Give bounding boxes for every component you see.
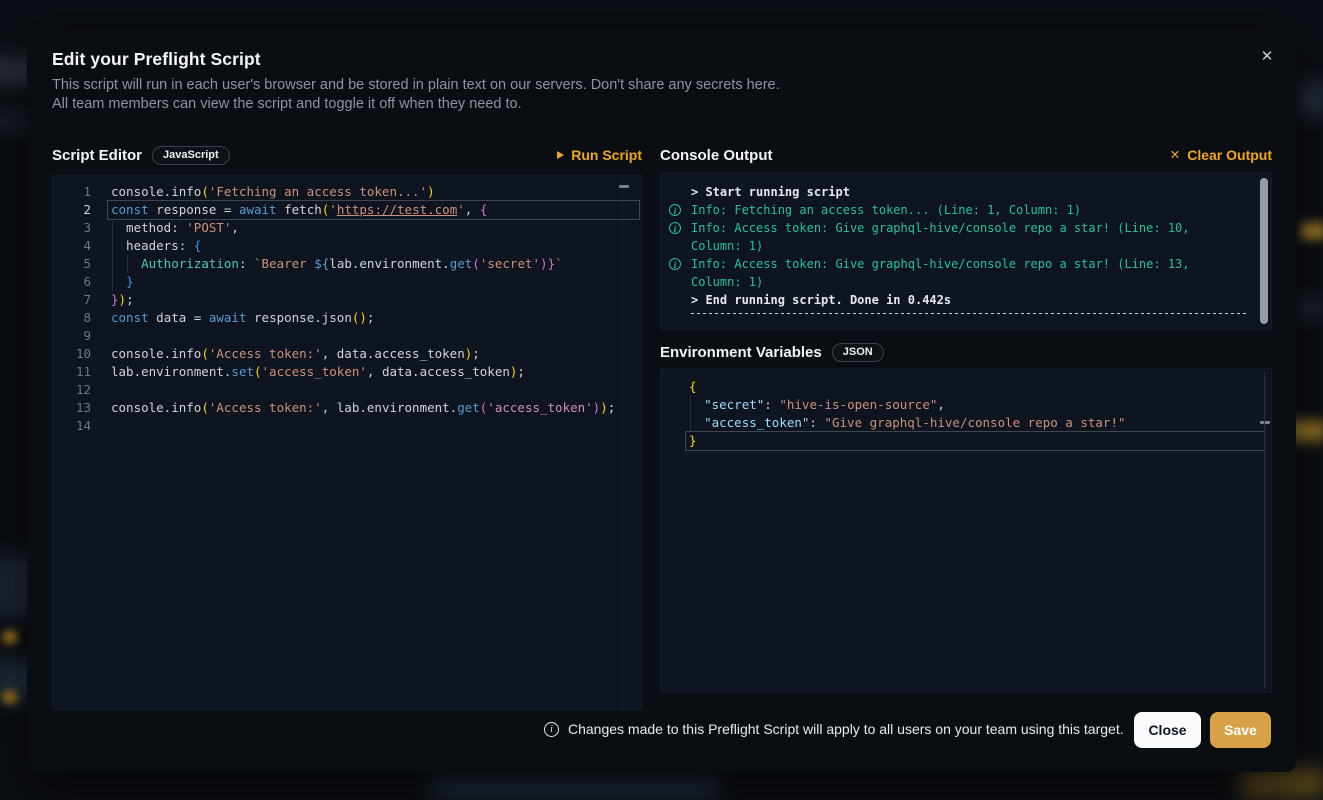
console-text: Info: Access token: Give graphql-hive/co… [691, 221, 1197, 253]
line-number: 10 [53, 345, 91, 363]
console-text: > End running script. Done in 0.442s [691, 293, 951, 307]
line-number: 5 [53, 255, 91, 273]
code-line: 4 headers: { [53, 237, 641, 255]
code-line: 2const response = await fetch('https://t… [53, 201, 641, 219]
code-line: 1console.info('Fetching an access token.… [53, 183, 641, 201]
play-icon [557, 151, 564, 159]
javascript-badge: JavaScript [152, 146, 230, 165]
code-line: { [661, 378, 1271, 396]
code-line: 9 [53, 327, 641, 345]
script-editor[interactable]: 1console.info('Fetching an access token.… [52, 175, 642, 710]
overview-cursor-marker [619, 185, 629, 188]
code-line: "secret": "hive-is-open-source", [661, 396, 1271, 414]
close-button[interactable]: Close [1134, 712, 1201, 748]
line-number: 14 [53, 417, 91, 435]
script-editor-header: Script Editor JavaScript Run Script [52, 142, 642, 168]
line-number: 3 [53, 219, 91, 237]
save-button[interactable]: Save [1210, 712, 1271, 748]
console-output-heading: Console Output [660, 147, 773, 164]
footer-note-text: Changes made to this Preflight Script wi… [568, 721, 1124, 737]
background-blob [2, 690, 18, 704]
info-icon: i [669, 258, 681, 270]
line-number: 9 [53, 327, 91, 345]
environment-variables-header: Environment Variables JSON [660, 339, 1272, 365]
console-text: Info: Access token: Give graphql-hive/co… [691, 257, 1197, 289]
preflight-script-modal: ✕ Edit your Preflight Script This script… [27, 29, 1296, 772]
background-blob [1296, 300, 1323, 316]
line-number: 2 [53, 201, 91, 219]
background-blob [1298, 82, 1323, 116]
close-icon[interactable]: ✕ [1254, 43, 1280, 69]
environment-variables-editor[interactable]: { "secret": "hive-is-open-source", "acce… [660, 368, 1272, 693]
overview-marker [1260, 421, 1270, 424]
code-line: 7}); [53, 291, 641, 309]
console-separator [691, 313, 1247, 314]
run-script-label: Run Script [571, 147, 642, 163]
run-script-button[interactable]: Run Script [557, 147, 642, 163]
clear-icon: ✕ [1170, 149, 1180, 162]
console-line: > End running script. Done in 0.442s [661, 291, 1271, 309]
script-editor-heading: Script Editor [52, 147, 142, 164]
background-blob [1300, 222, 1323, 240]
code-line: "access_token": "Give graphql-hive/conso… [661, 414, 1271, 432]
console-text: > Start running script [691, 185, 850, 199]
line-number: 4 [53, 237, 91, 255]
console-scrollbar[interactable] [1260, 178, 1268, 324]
code-line: 6 } [53, 273, 641, 291]
console-line: > Start running script [661, 183, 1271, 201]
line-number: 11 [53, 363, 91, 381]
environment-variables-heading: Environment Variables [660, 344, 822, 361]
info-icon: i [669, 222, 681, 234]
description-line: All team members can view the script and… [52, 96, 522, 112]
info-icon: i [544, 722, 559, 737]
background-blob [430, 776, 720, 798]
line-number: 12 [53, 381, 91, 399]
code-line: 3 method: 'POST', [53, 219, 641, 237]
console-line: i Info: Access token: Give graphql-hive/c… [661, 219, 1271, 255]
background-blob [1240, 768, 1323, 798]
info-icon: i [669, 204, 681, 216]
line-number: 8 [53, 309, 91, 327]
code-line: 5 Authorization: `Bearer ${lab.environme… [53, 255, 641, 273]
line-number: 7 [53, 291, 91, 309]
clear-output-label: Clear Output [1187, 147, 1272, 163]
code-line: 13console.info('Access token:', lab.envi… [53, 399, 641, 417]
console-output-panel[interactable]: > Start running script i Info: Fetching an… [660, 172, 1272, 330]
background-blob [2, 630, 18, 644]
code-line: 14 [53, 417, 641, 435]
modal-title: Edit your Preflight Script [52, 49, 261, 70]
code-line: 8const data = await response.json(); [53, 309, 641, 327]
code-line: 12 [53, 381, 641, 399]
modal-description: This script will run in each user's brow… [52, 76, 780, 114]
line-number: 1 [53, 183, 91, 201]
console-text: Info: Fetching an access token... (Line:… [691, 203, 1081, 217]
json-badge: JSON [832, 343, 884, 362]
console-line: i Info: Fetching an access token... (Line… [661, 201, 1271, 219]
line-number: 6 [53, 273, 91, 291]
code-line: } [661, 432, 1271, 450]
clear-output-button[interactable]: ✕ Clear Output [1170, 147, 1272, 163]
console-line: i Info: Access token: Give graphql-hive/c… [661, 255, 1271, 291]
description-line: This script will run in each user's brow… [52, 77, 780, 93]
code-line: 10console.info('Access token:', data.acc… [53, 345, 641, 363]
line-number: 13 [53, 399, 91, 417]
code-line: 11lab.environment.set('access_token', da… [53, 363, 641, 381]
console-output-header: Console Output ✕ Clear Output [660, 142, 1272, 168]
footer-note: i Changes made to this Preflight Script … [544, 721, 1124, 737]
